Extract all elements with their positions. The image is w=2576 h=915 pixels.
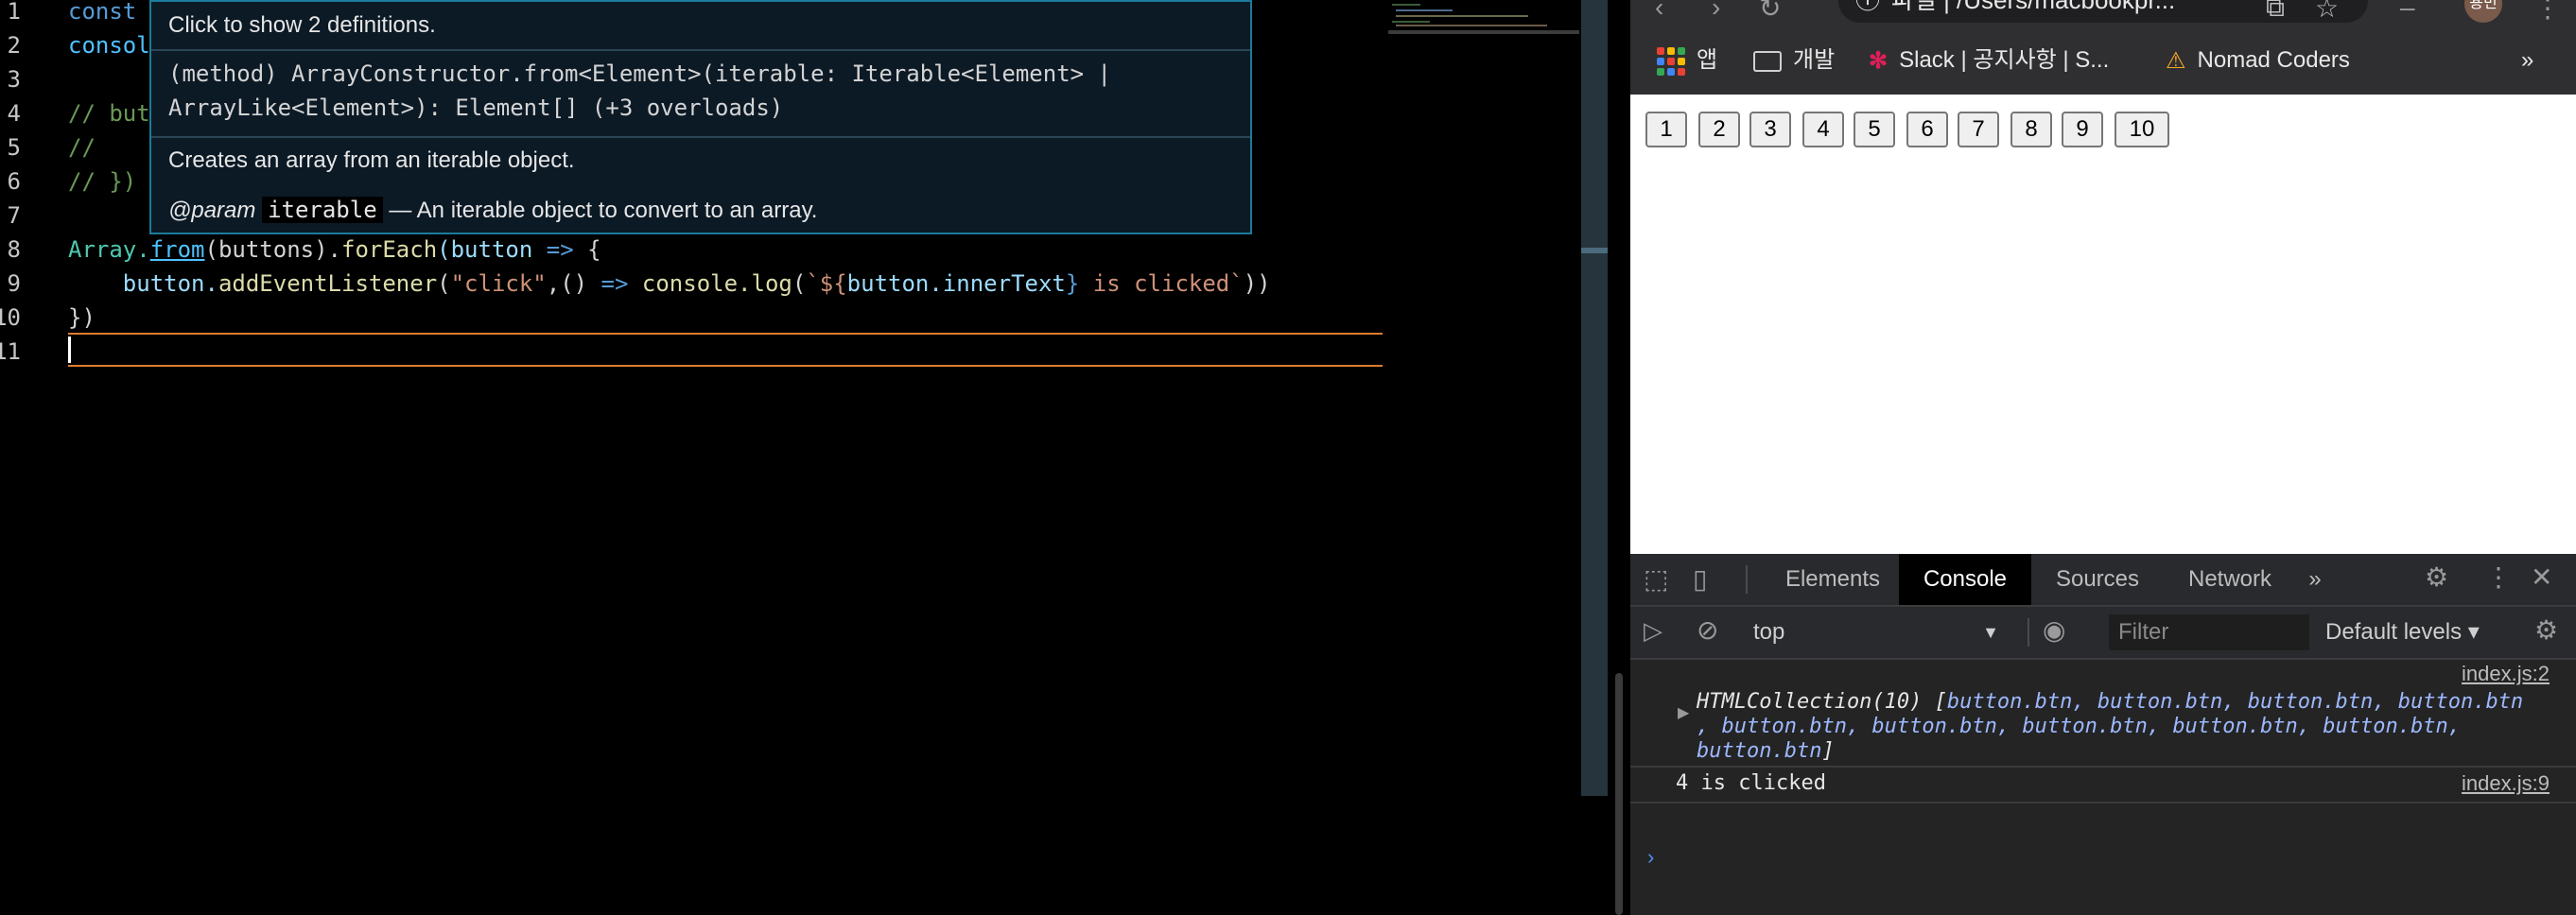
line-number: 10 xyxy=(0,304,21,331)
console-settings-gear-icon[interactable]: ⚙ xyxy=(2534,614,2558,646)
divider xyxy=(151,49,1250,51)
line-number: 3 xyxy=(7,66,21,93)
hover-tooltip: Click to show 2 definitions. (method) Ar… xyxy=(149,0,1252,234)
line-number: 4 xyxy=(7,100,21,127)
more-menu-icon[interactable]: ⋮ xyxy=(2534,0,2561,24)
console-message: index.js:2 ▶ HTMLCollection(10) [button.… xyxy=(1630,660,2576,768)
param-doc: @param iterable — An iterable object to … xyxy=(168,197,818,223)
line-number: 5 xyxy=(7,134,21,161)
reload-icon[interactable]: ↻ xyxy=(1759,0,1781,24)
page-button-4[interactable]: 4 xyxy=(1802,112,1844,147)
inspect-element-icon[interactable]: ⬚ xyxy=(1644,563,1668,595)
info-icon[interactable]: ⓘ xyxy=(1855,0,1880,21)
back-icon[interactable]: ‹ xyxy=(1655,0,1663,23)
code-line-9[interactable]: button.addEventListener("click",() => co… xyxy=(68,267,1271,301)
tab-console[interactable]: Console xyxy=(1899,554,2031,605)
browser-toolbar: ‹ › ↻ ⓘ 파일 | /Users/macbookpr... ⧉ ☆ – 용… xyxy=(1630,0,2576,26)
extensions-icon[interactable]: – xyxy=(2400,0,2415,23)
definitions-link[interactable]: Click to show 2 definitions. xyxy=(168,9,436,42)
bookmark-folder-dev[interactable]: 개발 xyxy=(1753,43,1835,78)
share-icon[interactable]: ⧉ xyxy=(2266,0,2285,24)
nomad-coders-icon: ⚠ xyxy=(2166,47,2186,74)
close-icon[interactable]: ✕ xyxy=(2531,561,2552,593)
bookmark-apps[interactable]: 앱 xyxy=(1657,43,1717,78)
line-number: 9 xyxy=(7,270,21,297)
code-editor[interactable]: 1 2 3 4 5 6 7 8 9 10 11 const consol // … xyxy=(0,0,1581,915)
source-link[interactable]: index.js:2 xyxy=(2462,662,2550,686)
text-cursor xyxy=(68,337,71,363)
code-line-8[interactable]: Array.from(buttons).forEach(button => { xyxy=(68,233,601,267)
bookmark-slack[interactable]: ✻ Slack | 공지사항 | S... xyxy=(1869,43,2109,78)
log-levels-dropdown[interactable]: Default levels ▾ xyxy=(2325,616,2480,648)
scrollbar-thumb[interactable] xyxy=(1615,673,1623,915)
bookmark-nomad-coders[interactable]: ⚠ Nomad Coders xyxy=(2166,43,2350,78)
tab-elements[interactable]: Elements xyxy=(1767,554,1899,605)
tab-sources[interactable]: Sources xyxy=(2031,554,2164,605)
more-tabs-button[interactable]: » xyxy=(2298,554,2332,605)
line-number: 11 xyxy=(0,338,21,365)
apps-icon xyxy=(1657,46,1685,76)
scrollbar-cursor-marker xyxy=(1581,248,1608,253)
current-line-highlight xyxy=(68,333,1383,367)
code-line-2[interactable]: consol xyxy=(68,28,150,62)
context-selector[interactable]: top ▼ xyxy=(1753,616,1999,648)
line-number: 8 xyxy=(7,236,21,263)
line-number: 1 xyxy=(7,0,21,25)
tab-network[interactable]: Network xyxy=(2164,554,2296,605)
divider xyxy=(151,136,1250,138)
method-signature: (method) ArrayConstructor.from<Element>(… xyxy=(168,60,1125,121)
page-button-7[interactable]: 7 xyxy=(1958,112,1999,147)
console-toolbar: ▷ ⊘ top ▼ ◉ Filter Default levels ▾ ⚙ xyxy=(1630,607,2576,660)
page-button-6[interactable]: 6 xyxy=(1906,112,1948,147)
bookmarks-overflow-button[interactable]: » xyxy=(2521,43,2533,78)
code-line-1[interactable]: const xyxy=(68,0,136,28)
minimap-viewport[interactable] xyxy=(1388,30,1579,34)
divider xyxy=(2028,618,2029,647)
bookmark-star-icon[interactable]: ☆ xyxy=(2315,0,2339,24)
line-number: 7 xyxy=(7,202,21,229)
code-line-5[interactable]: // xyxy=(68,130,96,164)
web-page-content: 1 2 3 4 5 6 7 8 9 10 xyxy=(1630,95,2576,554)
more-options-icon[interactable]: ⋮ xyxy=(2485,561,2512,593)
console-prompt-icon[interactable]: › xyxy=(1647,845,1654,870)
page-button-8[interactable]: 8 xyxy=(2010,112,2052,147)
forward-icon[interactable]: › xyxy=(1712,0,1720,23)
devtools-tabbar: ⬚ ▯ Elements Console Sources Network » ⚙… xyxy=(1630,554,2576,607)
browser-window: ‹ › ↻ ⓘ 파일 | /Users/macbookpr... ⧉ ☆ – 용… xyxy=(1630,0,2576,915)
slack-icon: ✻ xyxy=(1869,47,1888,74)
code-line-4[interactable]: // but xyxy=(68,96,150,130)
filter-input[interactable]: Filter xyxy=(2109,614,2309,650)
sidebar-toggle-icon[interactable]: ▷ xyxy=(1644,616,1662,646)
devtools-panel: ⬚ ▯ Elements Console Sources Network » ⚙… xyxy=(1630,554,2576,915)
minimap[interactable] xyxy=(1388,0,1579,34)
console-message: 4 is clicked index.js:9 xyxy=(1630,766,2576,803)
clear-console-icon[interactable]: ⊘ xyxy=(1697,614,1718,646)
device-toolbar-icon[interactable]: ▯ xyxy=(1693,563,1707,595)
divider xyxy=(1746,565,1748,594)
page-button-2[interactable]: 2 xyxy=(1698,112,1740,147)
page-button-3[interactable]: 3 xyxy=(1749,112,1791,147)
avatar[interactable]: 용민 xyxy=(2464,0,2502,23)
page-button-10[interactable]: 10 xyxy=(2115,112,2169,147)
line-number: 2 xyxy=(7,32,21,59)
address-bar[interactable]: ⓘ 파일 | /Users/macbookpr... xyxy=(1838,0,2368,23)
dropdown-arrow-icon: ▼ xyxy=(1982,623,1999,642)
code-line-6[interactable]: // }) xyxy=(68,164,136,199)
bookmarks-bar: 앱 개발 ✻ Slack | 공지사항 | S... ⚠ Nomad Coders … xyxy=(1630,26,2576,95)
method-description: Creates an array from an iterable object… xyxy=(168,147,575,173)
settings-gear-icon[interactable]: ⚙ xyxy=(2425,561,2448,593)
expand-arrow-icon[interactable]: ▶ xyxy=(1678,703,1689,722)
page-button-9[interactable]: 9 xyxy=(2062,112,2103,147)
source-link[interactable]: index.js:9 xyxy=(2462,771,2550,796)
page-button-5[interactable]: 5 xyxy=(1854,112,1895,147)
page-button-1[interactable]: 1 xyxy=(1645,112,1687,147)
eye-icon[interactable]: ◉ xyxy=(2043,614,2065,646)
folder-icon xyxy=(1753,50,1782,72)
console-output: index.js:2 ▶ HTMLCollection(10) [button.… xyxy=(1630,660,2576,915)
hovered-symbol-from[interactable]: from xyxy=(150,236,205,263)
editor-scrollbar[interactable] xyxy=(1581,0,1608,796)
line-number: 6 xyxy=(7,168,21,195)
code-line-10[interactable]: }) xyxy=(68,301,96,335)
